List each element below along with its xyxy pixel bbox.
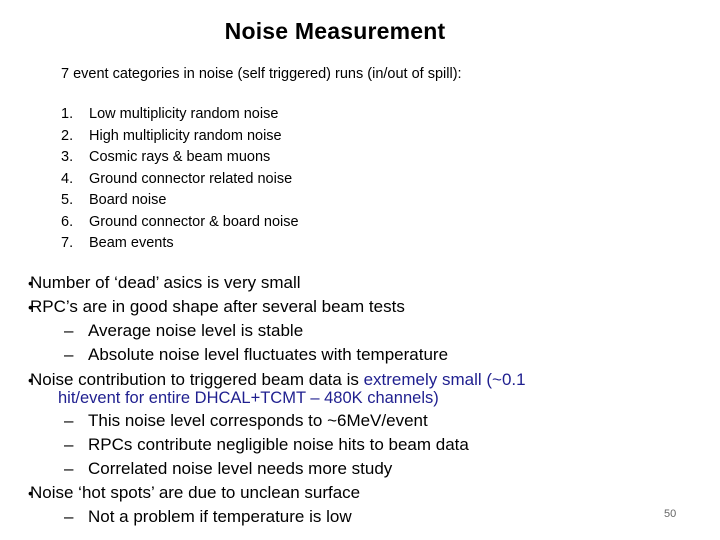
list-label: Ground connector & board noise (89, 213, 299, 230)
bullet-item: •Number of ‘dead’ asics is very small (0, 271, 526, 295)
list-number: 1. (61, 106, 74, 122)
sub-bullet-item: – This noise level corresponds to ~6MeV/e… (0, 407, 526, 433)
sub-bullet-item: – Average noise level is stable (0, 319, 526, 343)
list-label: Ground connector related noise (89, 170, 293, 187)
bullet-item: •RPC’s are in good shape after several b… (0, 295, 526, 319)
highlight-text: extremely small (~0.1 (363, 370, 526, 389)
list-number: 3. (61, 149, 74, 165)
sub-bullet-item: – RPCs contribute negligible noise hits t… (0, 433, 526, 457)
dash-icon: – (64, 345, 74, 364)
findings-list: •Number of ‘dead’ asics is very small •R… (0, 271, 526, 529)
sub-bullet-text: Average noise level is stable (88, 321, 304, 340)
list-item: 7. Beam events (61, 233, 299, 255)
bullet-icon: • (28, 275, 33, 291)
list-item: 3. Cosmic rays & beam muons (61, 147, 299, 169)
list-number: 6. (61, 213, 74, 230)
sub-bullet-text: RPCs contribute negligible noise hits to… (88, 435, 469, 454)
list-item: 1. Low multiplicity random noise (61, 104, 299, 126)
bullet-icon: • (28, 372, 33, 388)
bullet-text: RPC’s are in good shape after several be… (30, 297, 405, 316)
sub-bullet-text: This noise level corresponds to ~6MeV/ev… (88, 411, 428, 430)
list-number: 4. (61, 170, 74, 187)
list-label: Low multiplicity random noise (89, 106, 279, 122)
list-item: 5. Board noise (61, 190, 299, 212)
list-label: Cosmic rays & beam muons (89, 149, 271, 165)
list-item: 2. High multiplicity random noise (61, 126, 299, 148)
list-item: 4. Ground connector related noise (61, 169, 299, 191)
bullet-icon: • (28, 485, 33, 501)
sub-bullet-text: Not a problem if temperature is low (88, 507, 352, 526)
bullet-item: •Noise ‘hot spots’ are due to unclean su… (0, 481, 526, 505)
sub-bullet-text: Absolute noise level fluctuates with tem… (88, 345, 449, 364)
bullet-text: Noise ‘hot spots’ are due to unclean sur… (30, 483, 361, 502)
bullet-text: Noise contribution to triggered beam dat… (30, 370, 364, 389)
bullet-text: Number of ‘dead’ asics is very small (30, 273, 301, 292)
sub-bullet-item: – Not a problem if temperature is low (0, 505, 526, 529)
dash-icon: – (64, 435, 74, 454)
dash-icon: – (64, 507, 74, 526)
bullet-icon: • (28, 299, 33, 315)
sub-bullet-text: Correlated noise level needs more study (88, 459, 393, 478)
slide-title: Noise Measurement (224, 18, 446, 44)
list-label: High multiplicity random noise (89, 127, 282, 144)
bullet-item: •Noise contribution to triggered beam da… (0, 367, 526, 408)
sub-bullet-item: – Correlated noise level needs more study (0, 457, 526, 481)
sub-bullet-item: – Absolute noise level fluctuates with te… (0, 343, 526, 367)
list-item: 6. Ground connector & board noise (61, 212, 299, 234)
event-category-list: 1. Low multiplicity random noise 2. High m… (61, 104, 299, 255)
list-label: Board noise (89, 192, 167, 208)
intro-text: 7 event categories in noise (self trigge… (61, 66, 462, 82)
list-label: Beam events (89, 235, 174, 251)
highlight-text-continued: hit/event for entire DHCAL+TCMT – 480K c… (58, 389, 439, 407)
list-number: 7. (61, 235, 74, 251)
dash-icon: – (64, 459, 74, 478)
dash-icon: – (64, 411, 74, 430)
list-number: 2. (61, 127, 74, 144)
page-number: 50 (664, 508, 677, 520)
list-number: 5. (61, 192, 74, 208)
dash-icon: – (64, 321, 74, 340)
